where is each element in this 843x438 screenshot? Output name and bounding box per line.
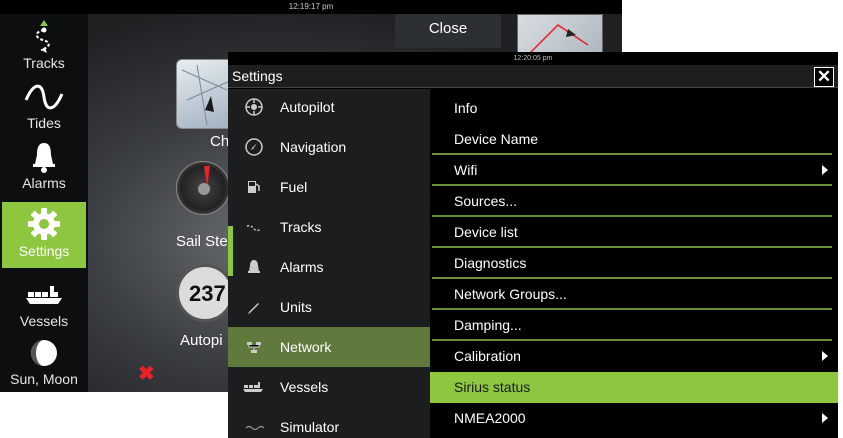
tracks-icon [35, 20, 50, 53]
sail-steering-icon [198, 166, 210, 195]
option-sources[interactable]: Sources... [430, 186, 838, 217]
menu-item-label: Alarms [280, 259, 324, 275]
vessels-icon [243, 382, 263, 392]
menu-item-label: Navigation [280, 139, 347, 155]
screen: 12:19:17 pm Tracks Tides Alarms Settings… [0, 0, 843, 438]
menu-item-tracks[interactable]: Tracks [228, 207, 430, 247]
alert-x-icon: ✖ [138, 363, 155, 385]
menu-item-label: Units [280, 299, 312, 315]
sail-steering-tile-label: Sail Ste [176, 233, 228, 250]
close-button-label: Close [428, 20, 468, 37]
moon-icon [31, 340, 57, 366]
menu-item-simulator[interactable]: Simulator [228, 407, 430, 438]
dialog-title: Settings [232, 68, 283, 84]
heading-readout: 237 [189, 281, 226, 306]
dialog-status-bar: 12:20:05 pm [228, 52, 838, 65]
bell-icon [248, 260, 260, 273]
submenu-arrow-icon [822, 165, 828, 175]
sidebar-label: Vessels [19, 313, 69, 329]
option-label: Damping... [454, 317, 522, 333]
option-calibration[interactable]: Calibration [430, 341, 838, 372]
status-bar: 12:19:17 pm [0, 0, 622, 14]
menu-item-label: Autopilot [280, 99, 335, 115]
menu-item-alarms[interactable]: Alarms [228, 247, 430, 287]
sidebar-label: Alarms [22, 175, 66, 191]
option-device-list[interactable]: Device list [430, 217, 838, 248]
menu-item-label: Network [280, 339, 332, 355]
menu-item-navigation[interactable]: Navigation [228, 127, 430, 167]
sidebar-label: Sun, Moon [10, 371, 78, 387]
tracks-icon [246, 225, 262, 231]
option-info[interactable]: Info [430, 93, 838, 124]
submenu-arrow-icon [822, 413, 828, 423]
fuel-icon [248, 181, 260, 193]
clock: 12:19:17 pm [288, 2, 334, 11]
sidebar-item-alarms[interactable]: Alarms [2, 136, 86, 194]
dialog-titlebar: Settings ✕ [228, 65, 838, 88]
network-icon [247, 342, 261, 353]
gear-icon [28, 208, 60, 240]
option-label: Device list [454, 224, 518, 240]
sidebar-label: Tracks [23, 55, 65, 71]
dialog-clock: 12:20:05 pm [513, 55, 553, 62]
sidebar-item-vessels[interactable]: Vessels [2, 274, 86, 332]
menu-item-autopilot[interactable]: Autopilot [228, 89, 430, 127]
option-sirius-status[interactable]: Sirius status [430, 372, 838, 403]
menu-item-label: Vessels [280, 379, 329, 395]
sidebar-item-sun-moon[interactable]: Sun, Moon [2, 332, 86, 390]
vessels-icon [26, 286, 62, 304]
option-nmea2000[interactable]: NMEA2000 [430, 403, 838, 434]
submenu-arrow-icon [822, 351, 828, 361]
bell-icon [33, 143, 55, 173]
option-label: Info [454, 100, 478, 116]
option-label: Diagnostics [454, 255, 527, 271]
autopilot-tile-label: Autopi [180, 332, 223, 349]
option-label: Calibration [454, 348, 521, 364]
menu-item-label: Fuel [280, 179, 308, 195]
sidebar-label: Tides [27, 115, 61, 131]
menu-item-label: Tracks [280, 219, 322, 235]
sidebar-item-tracks[interactable]: Tracks [2, 16, 86, 74]
settings-menu: Autopilot Navigation Fuel Tracks Alarms … [228, 89, 430, 438]
sidebar-label: Settings [18, 243, 70, 259]
autopilot-tile[interactable]: 237 [176, 264, 234, 322]
menu-item-vessels[interactable]: Vessels [228, 367, 430, 407]
option-label: Sirius status [454, 379, 531, 395]
sidebar-item-tides[interactable]: Tides [2, 76, 86, 134]
menu-item-units[interactable]: Units [228, 287, 430, 327]
menu-item-fuel[interactable]: Fuel [228, 167, 430, 207]
compass-icon [245, 138, 263, 156]
close-button[interactable]: Close [395, 14, 501, 48]
close-icon[interactable]: ✕ [814, 67, 834, 87]
option-label: Network Groups... [454, 286, 567, 302]
autopilot-icon [245, 98, 263, 116]
option-label: Sources... [454, 193, 518, 209]
simulator-icon [245, 425, 264, 431]
option-label: Device Name [454, 131, 539, 147]
home-sidebar: Tracks Tides Alarms Settings Vessels Sun… [0, 14, 88, 392]
sidebar-item-settings[interactable]: Settings [2, 202, 86, 268]
network-options: Info Device Name Wifi Sources... Device … [430, 89, 838, 438]
option-label: NMEA2000 [454, 410, 526, 426]
option-network-groups[interactable]: Network Groups... [430, 279, 838, 310]
option-device-name[interactable]: Device Name [430, 124, 838, 155]
tides-icon [24, 84, 64, 110]
menu-item-label: Simulator [280, 419, 340, 435]
option-diagnostics[interactable]: Diagnostics [430, 248, 838, 279]
option-wifi[interactable]: Wifi [430, 155, 838, 186]
menu-item-network[interactable]: Network [228, 327, 430, 367]
option-label: Wifi [454, 162, 478, 178]
sail-steering-tile[interactable] [176, 161, 230, 215]
settings-dialog: 12:20:05 pm Settings ✕ Autopilot Navigat… [228, 52, 838, 438]
pencil-icon [248, 303, 259, 314]
option-damping[interactable]: Damping... [430, 310, 838, 341]
